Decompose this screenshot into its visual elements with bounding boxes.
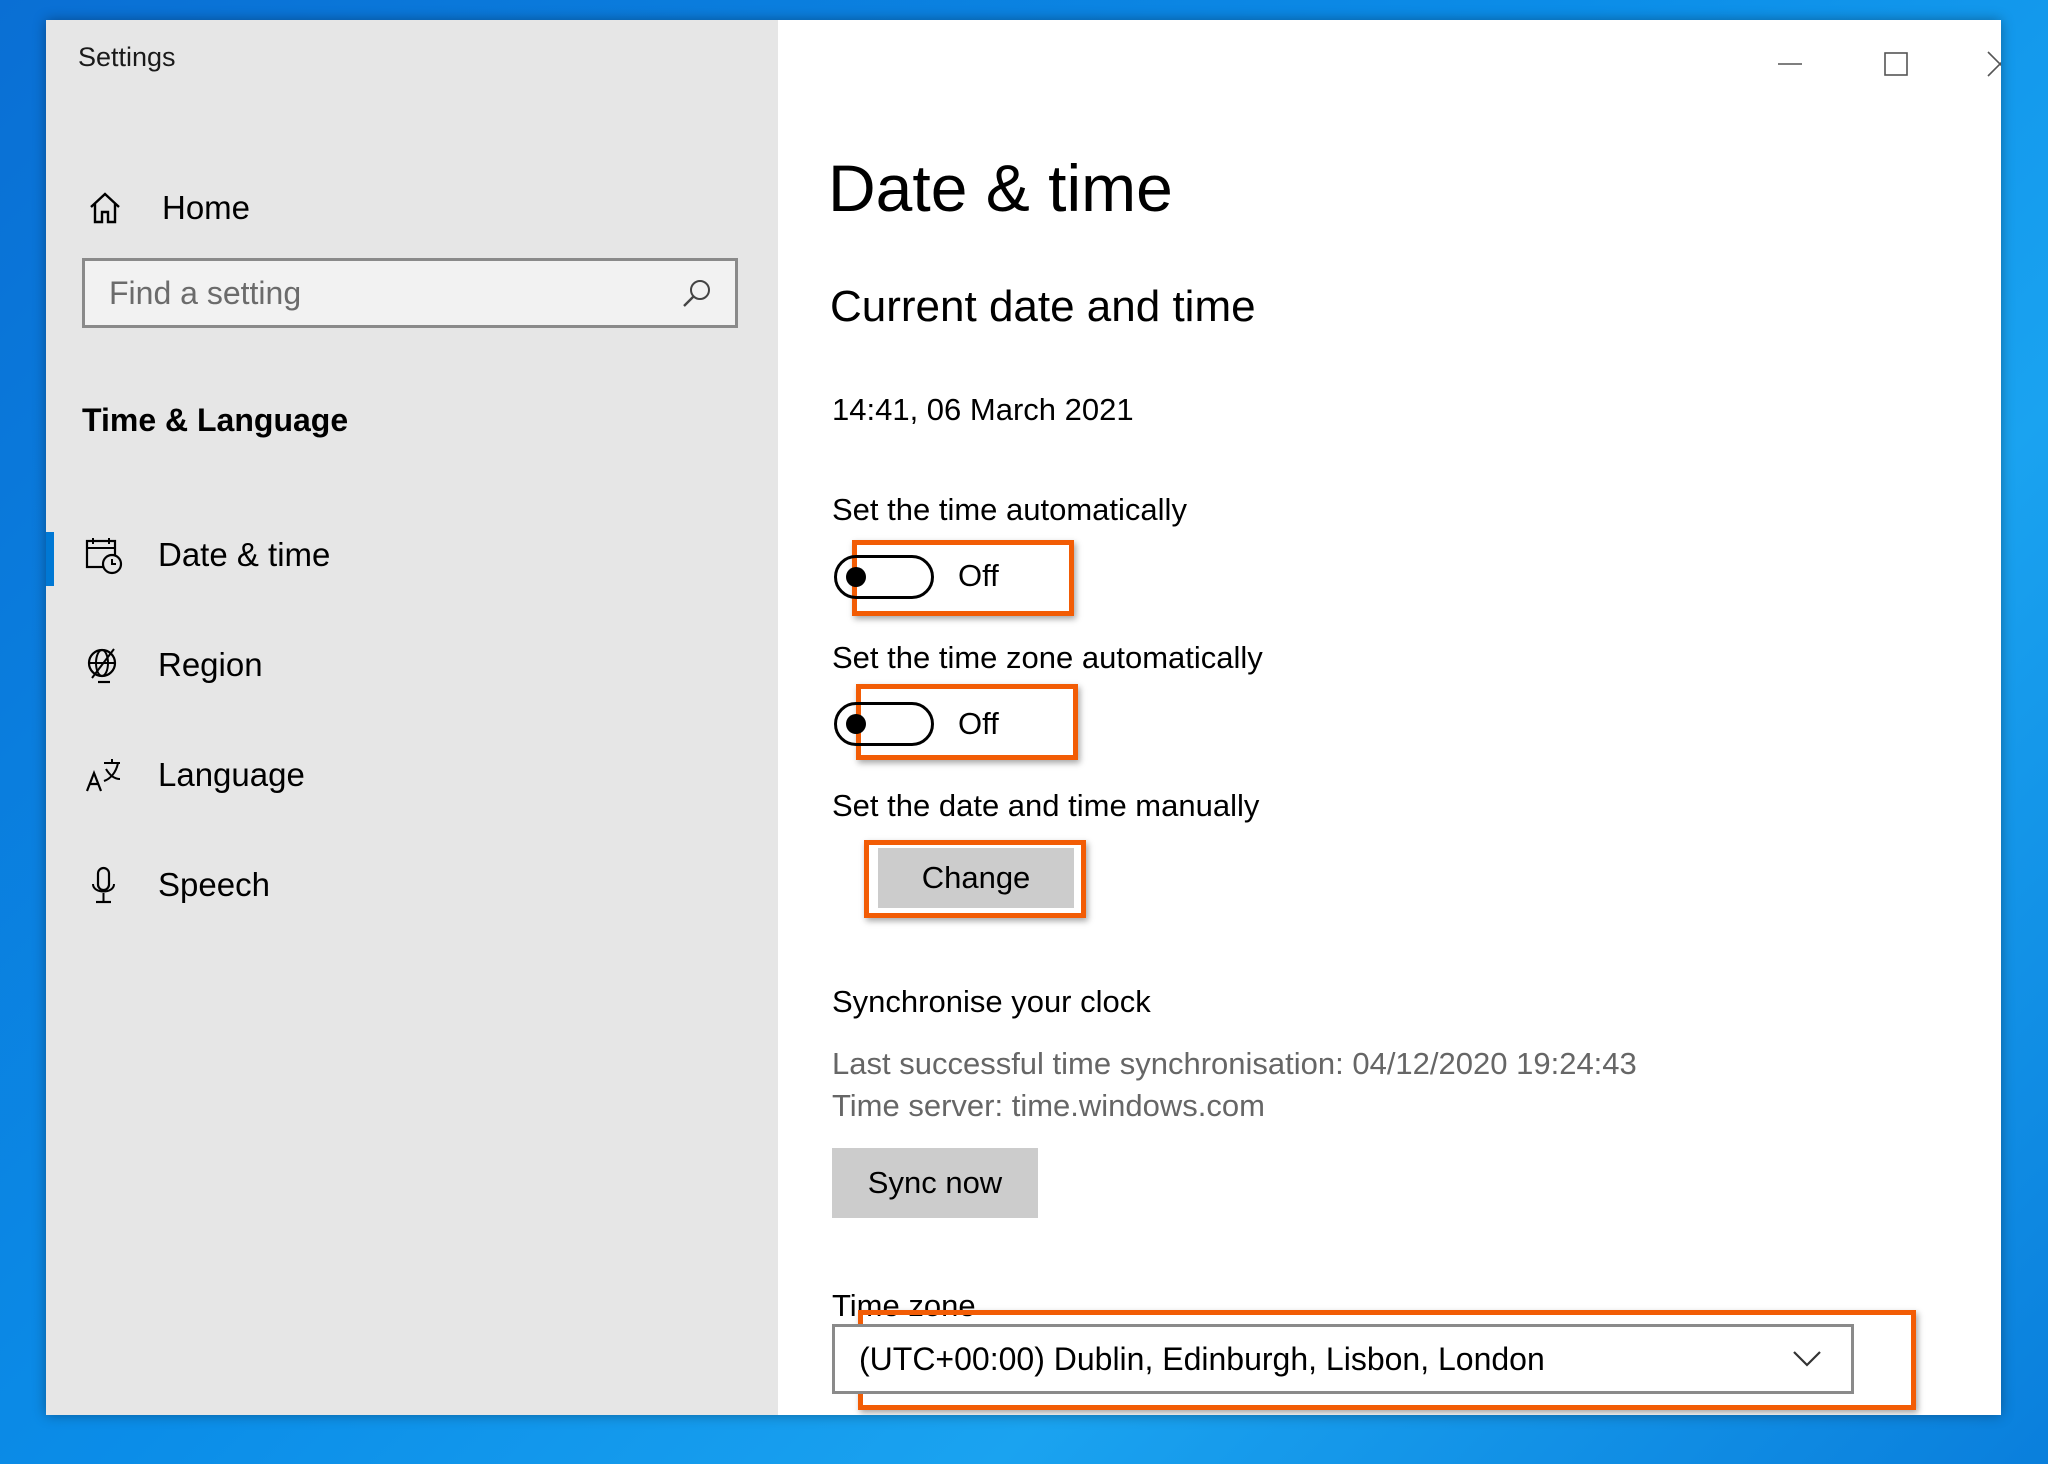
microphone-icon bbox=[82, 863, 126, 907]
settings-window: Settings Home Time & Language Date & tim… bbox=[46, 20, 2001, 1415]
auto-timezone-toggle[interactable] bbox=[834, 702, 934, 746]
toggle-knob bbox=[846, 714, 866, 734]
sidebar-item-language[interactable]: Language bbox=[46, 730, 778, 820]
sync-heading: Synchronise your clock bbox=[832, 984, 1151, 1019]
last-sync-text: Last successful time synchronisation: 04… bbox=[832, 1046, 1637, 1081]
main-content: Date & time Current date and time 14:41,… bbox=[778, 20, 2001, 1415]
sidebar-item-speech[interactable]: Speech bbox=[46, 840, 778, 930]
auto-time-toggle[interactable] bbox=[834, 555, 934, 599]
sidebar-item-label: Language bbox=[158, 756, 305, 793]
calendar-clock-icon bbox=[82, 533, 126, 577]
sidebar: Settings Home Time & Language Date & tim… bbox=[46, 20, 778, 1415]
close-icon bbox=[1986, 50, 2001, 83]
section-heading: Time & Language bbox=[82, 402, 349, 438]
maximize-button[interactable] bbox=[1866, 38, 1926, 94]
globe-icon bbox=[82, 643, 126, 687]
close-button[interactable] bbox=[1970, 38, 2001, 94]
current-datetime: 14:41, 06 March 2021 bbox=[832, 392, 1134, 427]
time-server-text: Time server: time.windows.com bbox=[832, 1088, 1265, 1123]
page-title: Date & time bbox=[828, 151, 1173, 225]
section-subtitle: Current date and time bbox=[830, 282, 1256, 331]
language-icon bbox=[82, 753, 126, 797]
minimize-button[interactable] bbox=[1760, 38, 1820, 94]
sidebar-item-label: Region bbox=[158, 646, 263, 683]
sync-now-button[interactable]: Sync now bbox=[832, 1148, 1038, 1218]
auto-timezone-state: Off bbox=[958, 706, 999, 741]
timezone-value: (UTC+00:00) Dublin, Edinburgh, Lisbon, L… bbox=[859, 1340, 1545, 1377]
sidebar-item-label: Date & time bbox=[158, 536, 331, 573]
toggle-knob bbox=[846, 567, 866, 587]
maximize-icon bbox=[1883, 51, 1909, 82]
minimize-icon bbox=[1777, 51, 1803, 82]
sidebar-item-label: Speech bbox=[158, 866, 270, 903]
chevron-down-icon bbox=[1787, 1339, 1827, 1379]
home-nav-item[interactable]: Home bbox=[84, 178, 250, 238]
home-label: Home bbox=[162, 189, 251, 226]
window-title: Settings bbox=[78, 42, 176, 72]
sidebar-item-date-time[interactable]: Date & time bbox=[46, 510, 778, 600]
manual-label: Set the date and time manually bbox=[832, 788, 1260, 823]
auto-time-label: Set the time automatically bbox=[832, 492, 1187, 527]
search-input[interactable] bbox=[85, 260, 677, 326]
search-box[interactable] bbox=[82, 258, 738, 328]
auto-time-state: Off bbox=[958, 558, 999, 593]
change-button[interactable]: Change bbox=[878, 848, 1074, 908]
search-icon[interactable] bbox=[677, 273, 717, 313]
sidebar-item-region[interactable]: Region bbox=[46, 620, 778, 710]
auto-timezone-label: Set the time zone automatically bbox=[832, 640, 1263, 675]
timezone-select[interactable]: (UTC+00:00) Dublin, Edinburgh, Lisbon, L… bbox=[832, 1324, 1854, 1394]
home-icon bbox=[84, 187, 126, 229]
